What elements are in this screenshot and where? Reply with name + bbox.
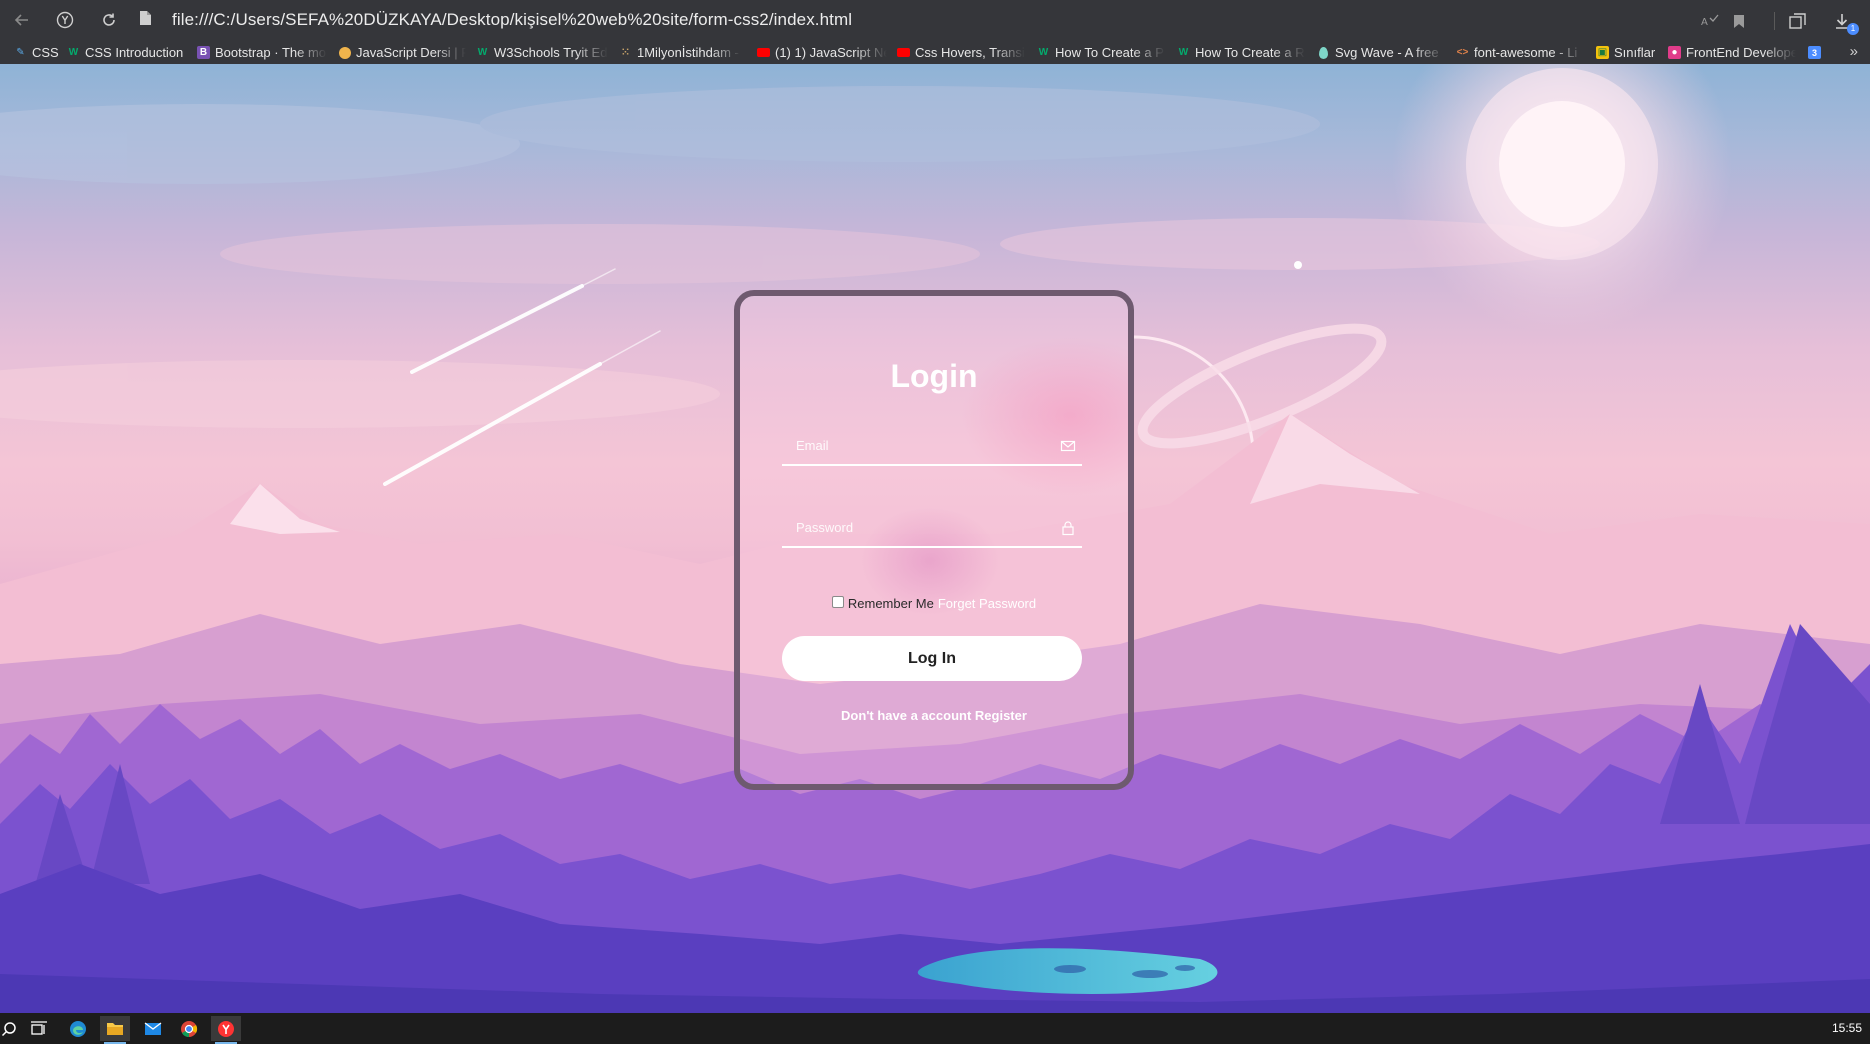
read-aloud-button[interactable]: A — [1696, 8, 1724, 34]
back-button[interactable] — [9, 8, 35, 32]
bookmarks-bar: ✎ CSS W CSS Introduction B Bootstrap · T… — [0, 41, 1870, 64]
taskbar-clock[interactable]: 15:55 — [1832, 1021, 1862, 1035]
bookmark-frontend-developer[interactable]: ● FrontEnd Develope — [1668, 43, 1796, 62]
classroom-icon: ▣ — [1596, 46, 1609, 59]
profile-icon: ● — [1668, 46, 1681, 59]
email-input[interactable] — [782, 426, 1042, 464]
w3schools-icon: W — [68, 47, 79, 58]
more-bookmarks-chevron-icon[interactable]: » — [1850, 43, 1858, 60]
toolbar-divider — [1774, 12, 1775, 30]
bookmark-button[interactable] — [1725, 8, 1753, 34]
reload-icon — [103, 13, 115, 26]
forget-password-link[interactable]: Forget Password — [938, 596, 1036, 611]
search-icon — [1, 1021, 16, 1036]
edge-icon — [70, 1020, 86, 1037]
login-button[interactable]: Log In — [782, 636, 1082, 681]
svg-text:A: A — [1701, 17, 1708, 28]
downloads-button[interactable]: 1 — [1828, 8, 1859, 35]
bookmark-w3schools-tryit[interactable]: W W3Schools Tryit Ed — [476, 43, 608, 62]
taskbar-mail[interactable] — [138, 1016, 168, 1041]
register-prompt: Don't have a account Register — [740, 708, 1128, 723]
bookmark-javascript-dersi[interactable]: JavaScript Dersi | P — [338, 43, 466, 62]
yandex-browser-icon — [218, 1020, 234, 1037]
calendar-icon: 3 — [1808, 46, 1821, 59]
address-bar[interactable]: file:///C:/Users/SEFA%20DÜZKAYA/Desktop/… — [172, 10, 852, 30]
bookmark-siniflar[interactable]: ▣ Sınıflar — [1596, 43, 1655, 62]
taskbar-file-explorer[interactable] — [100, 1016, 130, 1044]
windows-taskbar: 15:55 — [0, 1013, 1870, 1044]
mail-app-icon — [144, 1021, 162, 1035]
bookmark-how-to-create-r[interactable]: W How To Create a R — [1177, 43, 1305, 62]
youtube-icon — [897, 46, 910, 59]
read-aloud-icon: A — [1701, 14, 1719, 28]
youtube-icon — [757, 46, 770, 59]
download-count-badge: 1 — [1847, 23, 1859, 35]
css-bookmark-icon: ✎ — [16, 47, 25, 58]
bootstrap-icon: B — [197, 46, 210, 59]
code-icon: <> — [1456, 47, 1469, 58]
taskbar-yandex-browser[interactable] — [211, 1016, 241, 1044]
remember-row: Remember Me Forget Password — [740, 595, 1128, 611]
dots-icon: ⁙ — [621, 47, 630, 58]
remember-me-label[interactable]: Remember Me — [848, 596, 934, 611]
page-viewport: Login Remember Me Forget Password Log In… — [0, 64, 1870, 1013]
chrome-icon — [181, 1020, 198, 1037]
login-card: Login Remember Me Forget Password Log In… — [734, 290, 1134, 790]
w3schools-icon: W — [477, 47, 488, 58]
folder-icon — [107, 1023, 123, 1035]
password-field-wrapper — [782, 508, 1082, 548]
navigation-row: file:///C:/Users/SEFA%20DÜZKAYA/Desktop/… — [0, 0, 1870, 40]
file-icon[interactable] — [139, 10, 152, 31]
bookmark-how-to-create-p[interactable]: W How To Create a P — [1037, 43, 1165, 62]
bookmark-font-awesome[interactable]: <> font-awesome - Li — [1456, 43, 1584, 62]
task-view-icon — [31, 1020, 47, 1035]
arrow-left-icon — [14, 14, 28, 26]
bookmark-calendar[interactable]: 3 — [1808, 43, 1821, 62]
drop-icon — [1317, 46, 1330, 59]
bookmark-css-hovers[interactable]: Css Hovers, Transit — [897, 43, 1025, 62]
toolbar-right: A 1 — [1690, 8, 1870, 35]
bookmark-css[interactable]: ✎ CSS — [14, 43, 58, 62]
task-view-button[interactable] — [24, 1016, 54, 1041]
bookmark-icon — [1734, 14, 1744, 28]
register-link[interactable]: Register — [975, 708, 1027, 723]
reload-button[interactable] — [96, 8, 122, 32]
taskbar-chrome[interactable] — [174, 1016, 204, 1041]
yandex-home-button[interactable] — [52, 8, 78, 32]
no-account-text: Don't have a account — [841, 708, 972, 723]
star — [1294, 261, 1302, 269]
browser-toolbar: file:///C:/Users/SEFA%20DÜZKAYA/Desktop/… — [0, 0, 1870, 64]
bookmark-javascript-youtube[interactable]: (1) 1) JavaScript Ne — [757, 43, 887, 62]
yandex-icon — [56, 11, 74, 29]
taskbar-edge[interactable] — [63, 1016, 93, 1041]
collections-button[interactable] — [1784, 8, 1812, 34]
mail-icon — [1060, 440, 1076, 452]
bookmark-1milyonistihdam[interactable]: ⁙ 1Milyonİstihdam - — [619, 43, 741, 62]
circle-icon — [338, 46, 351, 59]
lock-icon — [1062, 521, 1074, 536]
email-field-wrapper — [782, 426, 1082, 466]
w3schools-icon: W — [1178, 47, 1189, 58]
w3schools-icon: W — [1038, 47, 1049, 58]
bookmark-bootstrap[interactable]: B Bootstrap · The mo — [197, 43, 327, 62]
collections-icon — [1789, 12, 1806, 29]
sun — [1392, 64, 1732, 334]
login-title: Login — [890, 358, 978, 394]
remember-me-checkbox[interactable] — [831, 595, 844, 608]
password-input[interactable] — [782, 508, 1042, 546]
search-button[interactable] — [0, 1016, 24, 1041]
bookmark-css-introduction[interactable]: W CSS Introduction — [67, 43, 184, 62]
bookmark-svg-wave[interactable]: Svg Wave - A free — [1317, 43, 1445, 62]
